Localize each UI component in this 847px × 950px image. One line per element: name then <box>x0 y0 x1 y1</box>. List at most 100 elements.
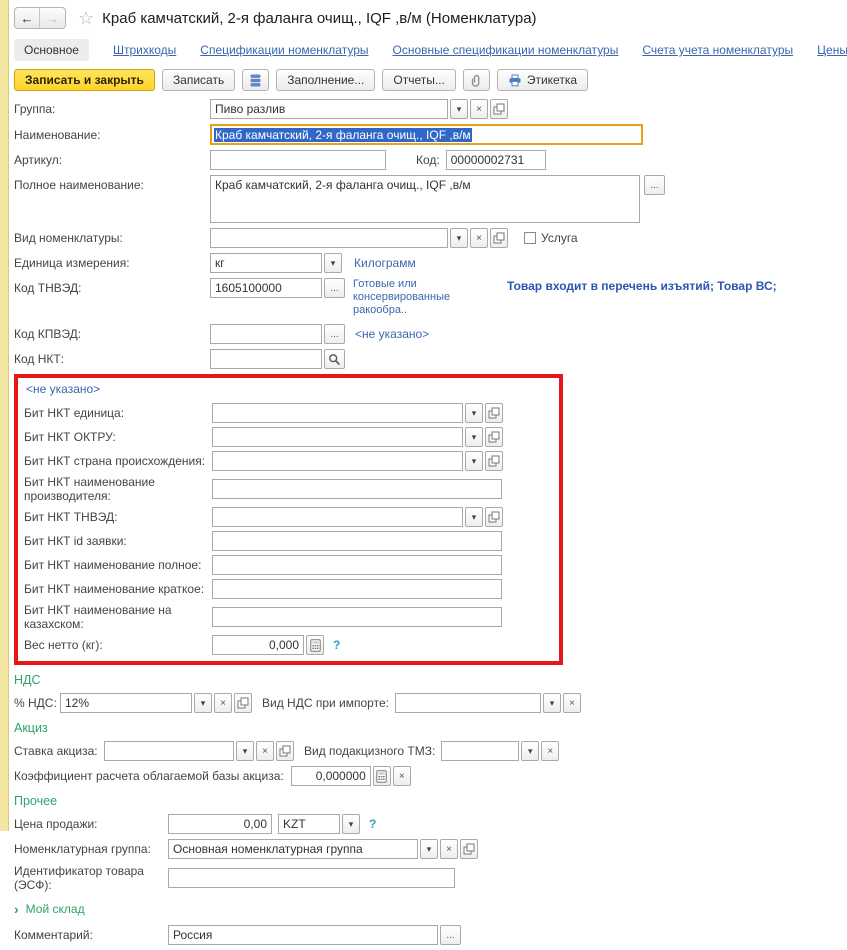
bit-nkt-oktru-dropdown-button[interactable]: ▾ <box>465 427 483 447</box>
kind-dropdown-button[interactable]: ▾ <box>450 228 468 248</box>
tab-main[interactable]: Основное <box>14 39 89 61</box>
excise-coef-clear-button[interactable]: × <box>393 766 411 786</box>
excise-coef-input[interactable] <box>291 766 371 786</box>
kpved-more-button[interactable]: ... <box>324 324 345 344</box>
comment-more-button[interactable]: ... <box>440 925 461 945</box>
full-name-more-button[interactable]: ... <box>644 175 665 195</box>
excise-rate-row: Ставка акциза: ▾ × Вид подакцизного ТМЗ:… <box>14 741 847 761</box>
nomenclature-group-clear-button[interactable]: × <box>440 839 458 859</box>
nomenclature-group-open-button[interactable] <box>460 839 478 859</box>
full-name-textarea[interactable]: Краб камчатский, 2-я фаланга очищ., IQF … <box>210 175 640 223</box>
bit-nkt-request-id-input[interactable] <box>212 531 502 551</box>
nomenclature-group-dropdown-button[interactable]: ▾ <box>420 839 438 859</box>
print-label-button[interactable]: Этикетка <box>497 69 588 91</box>
kpved-hint-link[interactable]: <не указано> <box>355 327 429 341</box>
bit-nkt-tnved-dropdown-button[interactable]: ▾ <box>465 507 483 527</box>
bit-nkt-manufacturer-row: Бит НКТ наименование производителя: <box>24 475 553 503</box>
group-clear-button[interactable]: × <box>470 99 488 119</box>
excise-rate-open-button[interactable] <box>276 741 294 761</box>
excise-rate-clear-button[interactable]: × <box>256 741 274 761</box>
currency-input[interactable] <box>278 814 340 834</box>
favorite-star-icon[interactable]: ☆ <box>78 9 94 27</box>
comment-row: Комментарий: ... <box>14 925 847 945</box>
excise-rate-input[interactable] <box>104 741 234 761</box>
price-help-link[interactable]: ? <box>369 817 376 831</box>
save-and-close-button[interactable]: Записать и закрыть <box>14 69 155 91</box>
excise-coef-calculator-button[interactable] <box>373 766 391 786</box>
excise-tmz-input[interactable] <box>441 741 519 761</box>
bit-nkt-country-open-button[interactable] <box>485 451 503 471</box>
attachments-button[interactable] <box>463 69 490 91</box>
save-button[interactable]: Записать <box>162 69 235 91</box>
group-dropdown-button[interactable]: ▾ <box>450 99 468 119</box>
bit-nkt-unit-dropdown-button[interactable]: ▾ <box>465 403 483 423</box>
forward-button[interactable]: → <box>40 8 65 28</box>
bit-nkt-name-kazakh-input[interactable] <box>212 607 502 627</box>
my-warehouse-group-toggle[interactable]: › Мой склад <box>14 902 847 916</box>
vat-rate-open-button[interactable] <box>234 693 252 713</box>
kind-input[interactable] <box>210 228 448 248</box>
bit-nkt-tnved-input[interactable] <box>212 507 463 527</box>
vat-import-dropdown-button[interactable]: ▾ <box>543 693 561 713</box>
toolbar: Записать и закрыть Записать Заполнение..… <box>14 69 847 91</box>
kind-open-button[interactable] <box>490 228 508 248</box>
vat-rate-clear-button[interactable]: × <box>214 693 232 713</box>
tab-barcodes[interactable]: Штрихкоды <box>113 39 176 61</box>
net-weight-input[interactable] <box>212 635 304 655</box>
group-row: Группа: ▾ × <box>14 99 847 119</box>
net-weight-calculator-button[interactable] <box>306 635 324 655</box>
full-name-row: Полное наименование: Краб камчатский, 2-… <box>14 175 847 223</box>
back-button[interactable]: ← <box>15 8 40 28</box>
vat-import-clear-button[interactable]: × <box>563 693 581 713</box>
unit-hint-link[interactable]: Килограмм <box>354 256 416 270</box>
unit-dropdown-button[interactable]: ▾ <box>324 253 342 273</box>
tnved-input[interactable] <box>210 278 322 298</box>
bit-nkt-unit-input[interactable] <box>212 403 463 423</box>
net-weight-help-link[interactable]: ? <box>333 638 340 652</box>
bit-nkt-name-short-input[interactable] <box>212 579 502 599</box>
bit-nkt-name-full-input[interactable] <box>212 555 502 575</box>
price-input[interactable] <box>168 814 272 834</box>
kpved-input[interactable] <box>210 324 322 344</box>
name-input[interactable]: Краб камчатский, 2-я фаланга очищ., IQF … <box>210 124 643 145</box>
nomenclature-group-input[interactable] <box>168 839 418 859</box>
group-input[interactable] <box>210 99 448 119</box>
excise-rate-dropdown-button[interactable]: ▾ <box>236 741 254 761</box>
tnved-hint-link[interactable]: Готовые или консервированные ракообра.. <box>353 278 503 317</box>
comment-input[interactable] <box>168 925 438 945</box>
open-form-icon <box>279 745 291 757</box>
service-checkbox[interactable] <box>524 232 536 244</box>
nkt-input[interactable] <box>210 349 322 369</box>
bit-nkt-oktru-open-button[interactable] <box>485 427 503 447</box>
article-input[interactable] <box>210 150 386 170</box>
vat-import-input[interactable] <box>395 693 541 713</box>
unit-row: Единица измерения: ▾ Килограмм <box>14 253 847 273</box>
excise-tmz-clear-button[interactable]: × <box>541 741 559 761</box>
code-input[interactable] <box>446 150 546 170</box>
bit-nkt-not-specified-link[interactable]: <не указано> <box>26 382 553 396</box>
tab-prices[interactable]: Цены номенклатур <box>817 39 847 61</box>
reports-button[interactable]: Отчеты... <box>382 69 455 91</box>
tab-main-specifications[interactable]: Основные спецификации номенклатуры <box>393 39 619 61</box>
tnved-more-button[interactable]: ... <box>324 278 345 298</box>
tab-accounts[interactable]: Счета учета номенклатуры <box>642 39 793 61</box>
bit-nkt-unit-open-button[interactable] <box>485 403 503 423</box>
excise-tmz-dropdown-button[interactable]: ▾ <box>521 741 539 761</box>
group-open-button[interactable] <box>490 99 508 119</box>
bit-nkt-manufacturer-input[interactable] <box>212 479 502 499</box>
currency-dropdown-button[interactable]: ▾ <box>342 814 360 834</box>
vat-rate-input[interactable] <box>60 693 192 713</box>
bit-nkt-country-input[interactable] <box>212 451 463 471</box>
bit-nkt-oktru-input[interactable] <box>212 427 463 447</box>
register-records-button[interactable] <box>242 69 269 91</box>
kind-clear-button[interactable]: × <box>470 228 488 248</box>
nkt-search-button[interactable] <box>324 349 345 369</box>
unit-input[interactable] <box>210 253 322 273</box>
bit-nkt-name-kazakh-row: Бит НКТ наименование на казахском: <box>24 603 553 631</box>
tab-specifications[interactable]: Спецификации номенклатуры <box>200 39 368 61</box>
bit-nkt-country-dropdown-button[interactable]: ▾ <box>465 451 483 471</box>
bit-nkt-tnved-open-button[interactable] <box>485 507 503 527</box>
vat-rate-dropdown-button[interactable]: ▾ <box>194 693 212 713</box>
esf-input[interactable] <box>168 868 455 888</box>
fill-button[interactable]: Заполнение... <box>276 69 375 91</box>
